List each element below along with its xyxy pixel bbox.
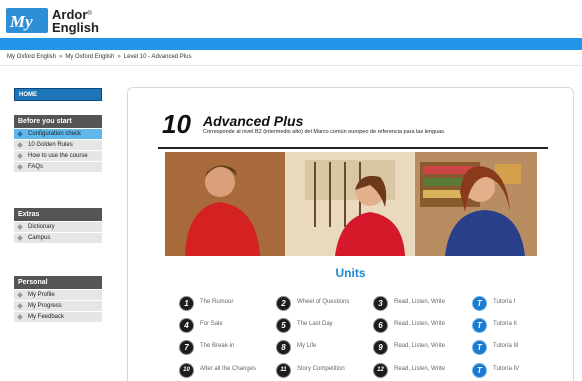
brand-logo[interactable]: My bbox=[6, 8, 48, 33]
unit-label: Wheel of Questions bbox=[297, 299, 350, 305]
level-panel: 10 Advanced Plus Corresponde al nivel B2… bbox=[127, 87, 574, 381]
unit-label: My Life bbox=[297, 343, 317, 349]
sidebar-item-configuration-check[interactable]: Configuration check bbox=[14, 128, 102, 139]
sidebar-section-extras: Extras Dictionary Campus bbox=[14, 208, 102, 243]
sidebar-section-title: Before you start bbox=[14, 115, 102, 128]
header: My Ardor® English bbox=[0, 0, 582, 38]
unit-number-badge: T bbox=[472, 296, 487, 311]
sidebar-item-golden-rules[interactable]: 10 Golden Rules bbox=[14, 139, 102, 150]
unit-label: Read, Listen, Write bbox=[394, 343, 445, 349]
unit-number-badge: 2 bbox=[276, 296, 291, 311]
unit-number-badge: 7 bbox=[179, 340, 194, 355]
bullet-icon bbox=[17, 303, 23, 309]
units-title: Units bbox=[335, 266, 366, 280]
sidebar-item-label: How to use the course bbox=[28, 153, 88, 159]
sidebar-item-campus[interactable]: Campus bbox=[14, 232, 102, 243]
bullet-icon bbox=[17, 235, 23, 241]
unit-number-badge: 10 bbox=[179, 363, 194, 378]
sidebar-item-label: 10 Golden Rules bbox=[28, 142, 73, 148]
unit-number-badge: 5 bbox=[276, 318, 291, 333]
bullet-icon bbox=[17, 153, 23, 159]
unit-label: Tutoría I bbox=[493, 299, 516, 305]
title-rule bbox=[158, 147, 548, 149]
sidebar-item-label: My Progress bbox=[28, 303, 62, 309]
breadcrumb-separator: » bbox=[59, 54, 63, 60]
unit-number-badge: 3 bbox=[373, 296, 388, 311]
unit-number-badge: 11 bbox=[276, 363, 291, 378]
level-subtitle: Corresponde al nivel B2 (intermedio alto… bbox=[203, 129, 446, 135]
bullet-icon bbox=[17, 292, 23, 298]
unit-label: The Last Day bbox=[297, 321, 333, 327]
sidebar-item-label: My Feedback bbox=[28, 314, 65, 320]
sidebar-item-my-profile[interactable]: My Profile bbox=[14, 289, 102, 300]
unit-number-badge: 12 bbox=[373, 363, 388, 378]
breadcrumb: My Oxford English» My Oxford English» Leve… bbox=[7, 54, 191, 60]
sidebar-item-faqs[interactable]: FAQs bbox=[14, 161, 102, 172]
sidebar-section-before-you-start: Before you start Configuration check 10 … bbox=[14, 115, 102, 172]
sidebar-item-label: Dictionary bbox=[28, 224, 55, 230]
unit-number-badge: T bbox=[472, 318, 487, 333]
unit-number-badge: 4 bbox=[179, 318, 194, 333]
top-blue-bar bbox=[0, 38, 582, 50]
unit-label: Read, Listen, Write bbox=[394, 299, 445, 305]
bullet-icon bbox=[17, 142, 23, 148]
unit-number-badge: 8 bbox=[276, 340, 291, 355]
logo-mark-text: My bbox=[9, 12, 33, 31]
level-banner-photo bbox=[165, 152, 537, 256]
bullet-icon bbox=[17, 224, 23, 230]
sidebar-item-how-to-use[interactable]: How to use the course bbox=[14, 150, 102, 161]
unit-number-badge: T bbox=[472, 340, 487, 355]
unit-label: Tutoría II bbox=[493, 321, 517, 327]
sidebar-item-label: FAQs bbox=[28, 164, 44, 170]
banner-illustration bbox=[165, 152, 537, 256]
unit-label: Story Competition bbox=[297, 366, 345, 372]
sidebar-item-label: My Profile bbox=[28, 292, 55, 298]
sidebar-section-title: Extras bbox=[14, 208, 102, 221]
unit-label: Read, Listen, Write bbox=[394, 321, 445, 327]
sidebar-item-label: Campus bbox=[28, 235, 51, 241]
divider bbox=[0, 65, 582, 66]
unit-label: For Sale bbox=[200, 321, 223, 327]
unit-label: After all the Changes bbox=[200, 366, 257, 372]
bullet-icon bbox=[17, 314, 23, 320]
level-number: 10 bbox=[162, 109, 191, 139]
unit-label: Read, Listen, Write bbox=[394, 366, 445, 372]
level-title: Advanced Plus bbox=[203, 113, 304, 129]
breadcrumb-separator: » bbox=[117, 54, 121, 60]
bullet-icon bbox=[17, 131, 23, 137]
sidebar-item-my-progress[interactable]: My Progress bbox=[14, 300, 102, 311]
unit-number-badge: 1 bbox=[179, 296, 194, 311]
unit-label: The Break-in bbox=[200, 343, 235, 349]
sidebar-section-personal: Personal My Profile My Progress My Feedb… bbox=[14, 276, 102, 322]
sidebar-home-button[interactable]: HOME bbox=[14, 88, 102, 101]
unit-label: Tutoría IV bbox=[493, 366, 520, 372]
unit-label: The Rumour bbox=[200, 299, 234, 305]
unit-number-badge: 9 bbox=[373, 340, 388, 355]
unit-label: Tutoría III bbox=[493, 343, 519, 349]
sidebar-item-dictionary[interactable]: Dictionary bbox=[14, 221, 102, 232]
registered-mark: ® bbox=[87, 11, 92, 17]
unit-number-badge: 6 bbox=[373, 318, 388, 333]
bullet-icon bbox=[17, 164, 23, 170]
brand-name: Ardor® English bbox=[52, 8, 99, 34]
brand-line2: English bbox=[52, 20, 99, 35]
breadcrumb-item[interactable]: My Oxford English bbox=[7, 54, 56, 60]
sidebar-section-title: Personal bbox=[14, 276, 102, 289]
sidebar-item-label: Configuration check bbox=[28, 131, 82, 137]
breadcrumb-item[interactable]: My Oxford English bbox=[65, 54, 114, 60]
sidebar-item-my-feedback[interactable]: My Feedback bbox=[14, 311, 102, 322]
unit-number-badge: T bbox=[472, 363, 487, 378]
breadcrumb-current: Level 10 - Advanced Plus bbox=[123, 54, 192, 60]
